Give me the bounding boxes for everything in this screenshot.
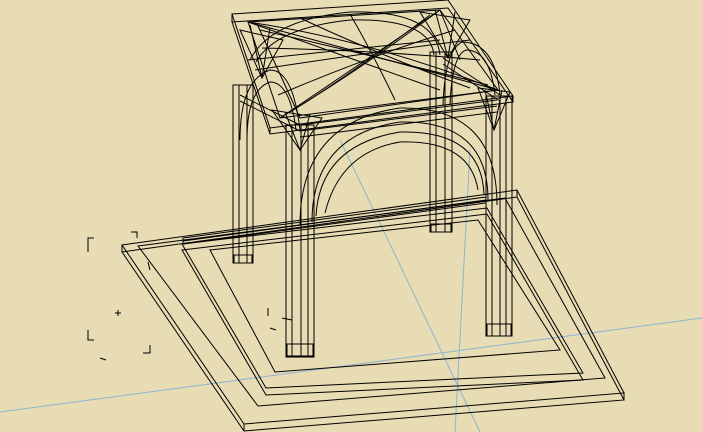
wireframe-canvas[interactable]	[0, 0, 702, 432]
viewport-background	[0, 0, 702, 432]
wireframe-viewport-3d[interactable]	[0, 0, 702, 432]
